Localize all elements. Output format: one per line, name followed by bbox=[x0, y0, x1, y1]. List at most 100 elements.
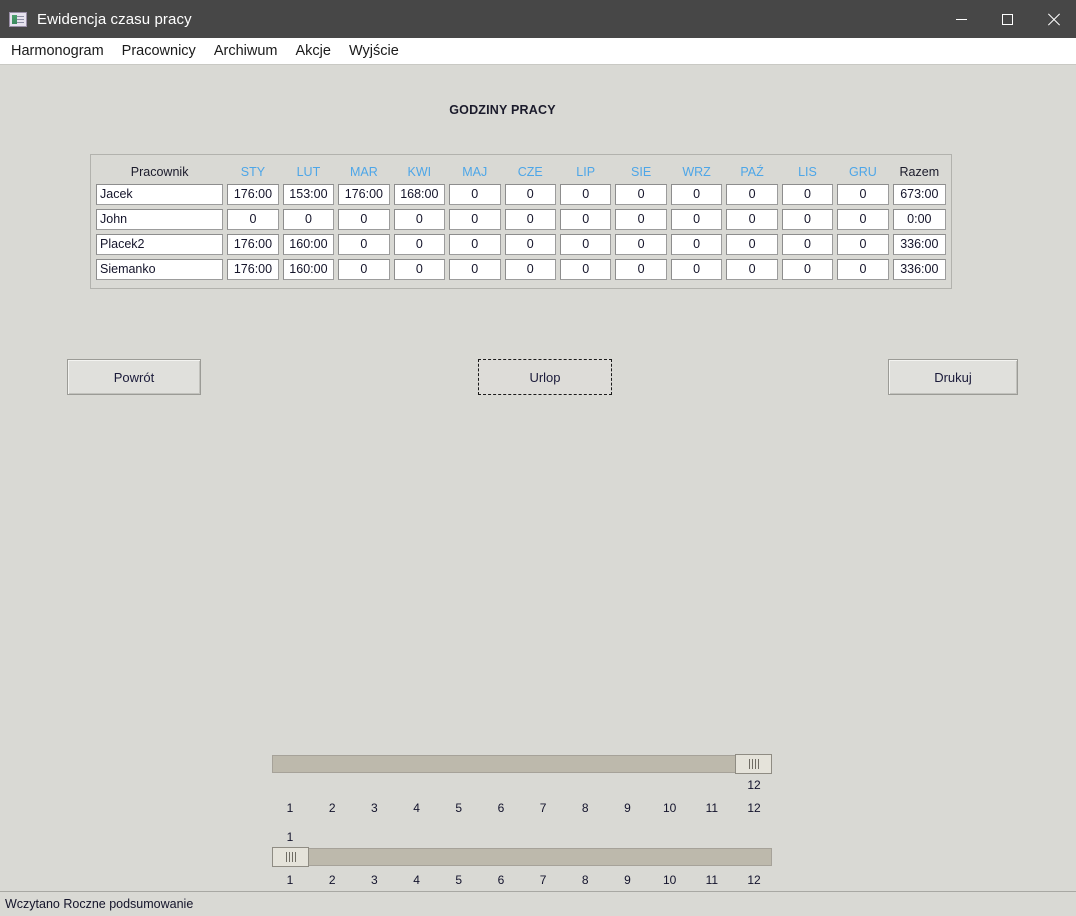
month-hours-field[interactable]: 0 bbox=[781, 259, 834, 280]
menu-item-pracownicy[interactable]: Pracownicy bbox=[113, 40, 205, 62]
slider-top-tick-12: 12 bbox=[747, 801, 761, 815]
month-hours-field[interactable]: 176:00 bbox=[227, 259, 279, 280]
slider-top-tick-11: 11 bbox=[705, 801, 719, 815]
month-hours-field[interactable]: 0 bbox=[338, 209, 390, 230]
slider-bottom-tick-4: 4 bbox=[413, 873, 420, 887]
total-hours-field[interactable]: 336:00 bbox=[892, 259, 946, 280]
vacation-button[interactable]: Urlop bbox=[478, 359, 612, 395]
close-button[interactable] bbox=[1030, 0, 1076, 38]
employee-name-field[interactable]: Siemanko bbox=[96, 259, 224, 280]
total-hours-field[interactable]: 336:00 bbox=[892, 234, 946, 255]
slider-bottom-tick-8: 8 bbox=[581, 873, 589, 887]
month-hours-field[interactable]: 0 bbox=[504, 234, 556, 255]
slider-thumb[interactable] bbox=[735, 754, 772, 774]
month-hours-field[interactable]: 0 bbox=[504, 209, 556, 230]
month-hours-field[interactable]: 0 bbox=[726, 234, 778, 255]
month-hours-field[interactable]: 0 bbox=[449, 209, 501, 230]
slider-track[interactable] bbox=[272, 755, 772, 773]
month-hours-field[interactable]: 0 bbox=[449, 184, 501, 205]
slider-bottom-ticks: 1 2 3 4 5 6 7 8 9 10 11 12 bbox=[272, 873, 772, 889]
page-title: GODZINY PRACY bbox=[449, 103, 556, 117]
minimize-icon bbox=[955, 18, 967, 20]
month-hours-field[interactable]: 0 bbox=[837, 259, 889, 280]
column-header-mar: MAR bbox=[349, 165, 378, 179]
employee-name-field[interactable]: Placek2 bbox=[96, 234, 224, 255]
column-header-wrz: WRZ bbox=[682, 165, 711, 179]
month-hours-field[interactable]: 0 bbox=[393, 209, 446, 230]
application-window: Ewidencja czasu pracy Harmonogram Pracow… bbox=[0, 0, 1076, 916]
month-hours-field[interactable]: 0 bbox=[504, 184, 556, 205]
menu-item-harmonogram[interactable]: Harmonogram bbox=[2, 40, 113, 62]
month-hours-field[interactable]: 0 bbox=[338, 259, 390, 280]
slider-bottom-tick-9: 9 bbox=[624, 873, 631, 887]
month-hours-field[interactable]: 160:00 bbox=[282, 259, 335, 280]
slider-thumb[interactable] bbox=[272, 847, 309, 867]
month-hours-field[interactable]: 0 bbox=[726, 259, 778, 280]
column-header-pa-: PAŹ bbox=[740, 165, 764, 179]
menu-bar: Harmonogram Pracownicy Archiwum Akcje Wy… bbox=[0, 38, 1076, 65]
month-hours-field[interactable]: 176:00 bbox=[227, 184, 279, 205]
column-header-lip: LIP bbox=[576, 165, 596, 179]
status-bar: Wczytano Roczne podsumowanie bbox=[0, 891, 1076, 916]
table-row: John 0 0 0 0 0 0 0 0 0 0 0 0 0:00 bbox=[96, 208, 946, 231]
month-slider-bottom[interactable] bbox=[272, 847, 772, 867]
month-hours-field[interactable]: 0 bbox=[726, 184, 778, 205]
menu-item-akcje[interactable]: Akcje bbox=[286, 40, 339, 62]
month-hours-field[interactable]: 168:00 bbox=[393, 184, 446, 205]
work-hours-table: Pracownik STY LUT MAR KWI MAJ CZE LIP SIE WRZ PAŹ L… bbox=[90, 154, 952, 289]
minimize-button[interactable] bbox=[938, 0, 984, 38]
month-hours-field[interactable]: 0 bbox=[670, 209, 723, 230]
month-hours-field[interactable]: 0 bbox=[837, 209, 889, 230]
back-button[interactable]: Powrót bbox=[67, 359, 201, 395]
maximize-button[interactable] bbox=[984, 0, 1030, 38]
month-hours-field[interactable]: 0 bbox=[615, 259, 667, 280]
month-hours-field[interactable]: 0 bbox=[615, 184, 667, 205]
slider-top-tick-10: 10 bbox=[662, 801, 677, 815]
id-card-icon bbox=[9, 11, 27, 27]
month-hours-field[interactable]: 0 bbox=[559, 234, 612, 255]
month-hours-field[interactable]: 0 bbox=[559, 259, 612, 280]
month-hours-field[interactable]: 0 bbox=[615, 209, 667, 230]
total-hours-field[interactable]: 0:00 bbox=[892, 209, 946, 230]
menu-item-archiwum[interactable]: Archiwum bbox=[205, 40, 287, 62]
month-hours-field[interactable]: 0 bbox=[559, 209, 612, 230]
month-hours-field[interactable]: 0 bbox=[670, 184, 723, 205]
menu-item-wyjscie[interactable]: Wyjście bbox=[340, 40, 408, 62]
month-hours-field[interactable]: 176:00 bbox=[338, 184, 390, 205]
month-hours-field[interactable]: 0 bbox=[559, 184, 612, 205]
month-hours-field[interactable]: 0 bbox=[338, 234, 390, 255]
month-hours-field[interactable]: 0 bbox=[504, 259, 556, 280]
slider-top-tick-3: 3 bbox=[371, 801, 378, 815]
column-header-kwi: KWI bbox=[407, 165, 432, 179]
month-slider-top[interactable] bbox=[272, 754, 772, 774]
slider-bottom-tick-1: 1 bbox=[286, 873, 294, 887]
month-hours-field[interactable]: 0 bbox=[670, 234, 723, 255]
month-hours-field[interactable]: 0 bbox=[449, 259, 501, 280]
month-hours-field[interactable]: 0 bbox=[837, 234, 889, 255]
slider-bottom-tick-10: 10 bbox=[662, 873, 677, 887]
month-hours-field[interactable]: 0 bbox=[837, 184, 889, 205]
month-hours-field[interactable]: 0 bbox=[282, 209, 335, 230]
month-hours-field[interactable]: 0 bbox=[726, 209, 778, 230]
month-hours-field[interactable]: 176:00 bbox=[227, 234, 279, 255]
print-button[interactable]: Drukuj bbox=[888, 359, 1018, 395]
month-hours-field[interactable]: 0 bbox=[227, 209, 279, 230]
employee-name-field[interactable]: Jacek bbox=[96, 184, 224, 205]
month-hours-field[interactable]: 0 bbox=[449, 234, 501, 255]
total-hours-field[interactable]: 673:00 bbox=[892, 184, 946, 205]
slider-bottom-tick-3: 3 bbox=[371, 873, 378, 887]
content-area: GODZINY PRACY Pracownik STY LUT MAR KWI MAJ CZ… bbox=[0, 66, 1076, 891]
month-hours-field[interactable]: 0 bbox=[781, 184, 834, 205]
month-hours-field[interactable]: 0 bbox=[393, 234, 446, 255]
slider-track[interactable] bbox=[272, 848, 772, 866]
month-hours-field[interactable]: 0 bbox=[781, 209, 834, 230]
month-hours-field[interactable]: 160:00 bbox=[282, 234, 335, 255]
month-hours-field[interactable]: 0 bbox=[670, 259, 723, 280]
column-header-sie: SIE bbox=[631, 165, 652, 179]
month-hours-field[interactable]: 153:00 bbox=[282, 184, 335, 205]
month-hours-field[interactable]: 0 bbox=[393, 259, 446, 280]
month-hours-field[interactable]: 0 bbox=[781, 234, 834, 255]
month-hours-field[interactable]: 0 bbox=[615, 234, 667, 255]
employee-name-field[interactable]: John bbox=[96, 209, 224, 230]
slider-top-tick-2: 2 bbox=[328, 801, 336, 815]
